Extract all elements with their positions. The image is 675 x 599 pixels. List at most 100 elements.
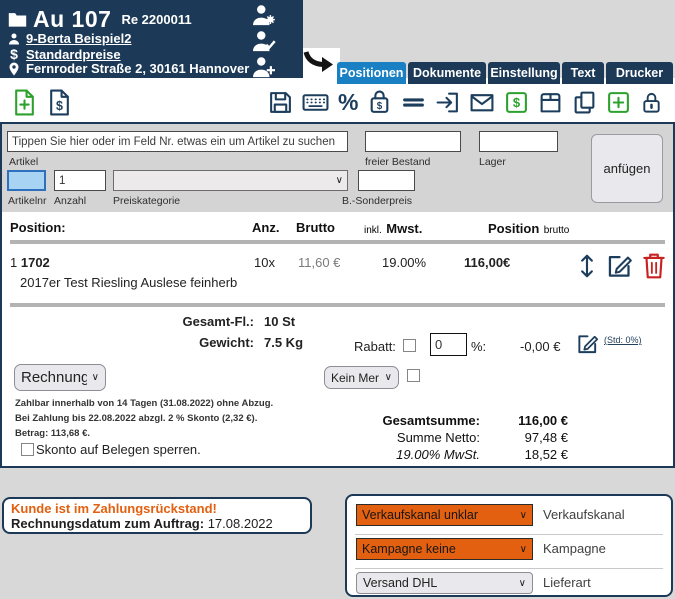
anfuegen-button[interactable]: anfügen (591, 134, 663, 203)
skonto-label: Skonto auf Belegen sperren. (36, 442, 201, 457)
sonderpreis-label: B.-Sonderpreis (342, 195, 412, 207)
row-quantity: 10x (254, 255, 275, 270)
article-search-input[interactable] (7, 131, 348, 152)
chevron-down-icon: ∨ (520, 544, 527, 555)
rabatt-label: Rabatt: (354, 339, 396, 354)
col-position-brutto: Position brutto (488, 220, 569, 238)
copy-icon[interactable] (572, 90, 597, 115)
article-form: Artikel freier Bestand Lager anfügen ∨ A… (2, 124, 673, 212)
new-document-icon[interactable] (12, 89, 37, 116)
col-position: Position: (10, 220, 66, 235)
row-number-article: 1 1702 (10, 255, 50, 270)
tab-positionen[interactable]: Positionen (337, 62, 406, 84)
lieferart-select[interactable]: Versand DHL∨ (356, 572, 533, 594)
col-mwst: inkl. Mwst. (364, 220, 422, 238)
user-settings-icon (252, 4, 276, 26)
row-total: 116,00€ (464, 255, 510, 270)
arrow-patch (303, 48, 340, 84)
import-icon[interactable] (435, 90, 460, 115)
merge-checkbox[interactable] (407, 369, 420, 382)
row-divider (10, 303, 665, 307)
rabatt-amount: -0,00 € (520, 339, 560, 354)
lager-label: Lager (479, 156, 506, 168)
netto-label: Summe Netto: (310, 430, 480, 445)
positions-panel: Artikel freier Bestand Lager anfügen ∨ A… (0, 122, 675, 468)
lock-icon[interactable] (640, 90, 663, 115)
order-editor-window: Au 107 Re 2200011 9-Berta Beispiel2 $ St… (0, 0, 675, 599)
tab-text[interactable]: Text (562, 62, 604, 84)
customer-link[interactable]: 9-Berta Beispiel2 (26, 31, 132, 46)
header-divider (10, 240, 665, 244)
delete-row-icon[interactable] (642, 252, 666, 280)
preiskategorie-label: Preiskategorie (113, 195, 180, 207)
chevron-down-icon: ∨ (385, 372, 392, 383)
rabatt-percent-input[interactable] (430, 333, 467, 356)
svg-text:$: $ (56, 99, 63, 113)
equals-icon[interactable] (401, 90, 426, 115)
add-square-icon[interactable] (606, 90, 631, 115)
svg-text:$: $ (377, 100, 383, 111)
gesamtsumme-value: 116,00 € (482, 413, 568, 428)
sonderpreis-input[interactable] (358, 170, 415, 191)
percent-icon[interactable]: % (338, 89, 358, 115)
payment-terms: Zahlbar innerhalb von 14 Tagen (31.08.20… (15, 396, 273, 441)
keyboard-icon[interactable] (302, 90, 329, 115)
order-number: Au 107 (33, 6, 111, 33)
folder-icon (8, 11, 27, 28)
anzahl-input[interactable] (54, 170, 106, 191)
money-bag-icon[interactable]: $ (367, 90, 392, 115)
freier-bestand-input[interactable] (365, 131, 461, 152)
user-settings-button[interactable] (252, 4, 276, 31)
skonto-checkbox[interactable] (21, 443, 34, 456)
user-add-icon (252, 56, 276, 78)
gesamt-fl-label: Gesamt-Fl.: (122, 314, 254, 329)
move-row-icon[interactable] (574, 252, 600, 280)
row-unit-price: 11,60 € (298, 255, 340, 270)
package-icon[interactable] (538, 90, 563, 115)
doc-type-select[interactable]: Rechnung∨ (14, 364, 106, 391)
order-header: Au 107 Re 2200011 9-Berta Beispiel2 $ St… (0, 0, 303, 78)
mail-icon[interactable] (469, 90, 495, 115)
save-icon[interactable] (268, 90, 293, 115)
kampagne-select[interactable]: Kampagne keine∨ (356, 538, 533, 560)
tab-einstellung[interactable]: Einstellung (488, 62, 560, 84)
artikelnr-input[interactable] (7, 170, 46, 191)
tab-dokumente[interactable]: Dokumente (408, 62, 486, 84)
toolbar-left: $ (12, 89, 72, 116)
kampagne-label: Kampagne (543, 541, 606, 556)
row-vat: 19.00% (382, 255, 426, 270)
user-check-button[interactable] (252, 30, 276, 57)
edit-row-icon[interactable] (606, 252, 633, 279)
user-check-icon (252, 30, 276, 52)
merge-select[interactable]: Kein Mer∨ (324, 366, 399, 389)
artikelnr-label: Artikelnr (8, 195, 47, 207)
divider (355, 568, 663, 569)
artikel-label: Artikel (9, 156, 38, 168)
row-description: 2017er Test Riesling Auslese feinherb (20, 275, 237, 290)
price-icon: $ (8, 46, 20, 62)
price-document-icon[interactable]: $ (47, 89, 72, 116)
invoice-date-line: Rechnungsdatum zum Auftrag: 17.08.2022 (11, 516, 303, 531)
verkaufskanal-select[interactable]: Verkaufskanal unklar∨ (356, 504, 533, 526)
user-add-button[interactable] (252, 56, 276, 83)
chevron-down-icon: ∨ (92, 372, 99, 383)
edit-discount-icon[interactable] (576, 332, 599, 355)
tab-drucker[interactable]: Drucker (606, 62, 673, 84)
col-anz: Anz. (252, 220, 279, 235)
user-icon (8, 33, 20, 45)
toolbar-right: % $ $ (268, 89, 663, 115)
pricelist-link[interactable]: Standardpreise (26, 47, 121, 62)
lager-input[interactable] (479, 131, 558, 152)
gewicht-value: 7.5 Kg (264, 335, 303, 350)
dollar-square-icon[interactable]: $ (504, 90, 529, 115)
customer-address: Fernroder Straße 2, 30161 Hannover (26, 61, 249, 76)
customer-notice-box: Kunde ist im Zahlungsrückstand! Rechnung… (2, 497, 312, 534)
rabatt-checkbox[interactable] (403, 339, 416, 352)
chevron-down-icon: ∨ (520, 510, 527, 521)
preiskategorie-select[interactable]: ∨ (113, 170, 348, 191)
payment-warning: Kunde ist im Zahlungsrückstand! (11, 501, 303, 516)
mwst-value: 18,52 € (482, 447, 568, 462)
gesamtsumme-label: Gesamtsumme: (310, 413, 480, 428)
location-pin-icon (8, 62, 20, 76)
std-discount-link[interactable]: (Std: 0%) (604, 335, 642, 345)
